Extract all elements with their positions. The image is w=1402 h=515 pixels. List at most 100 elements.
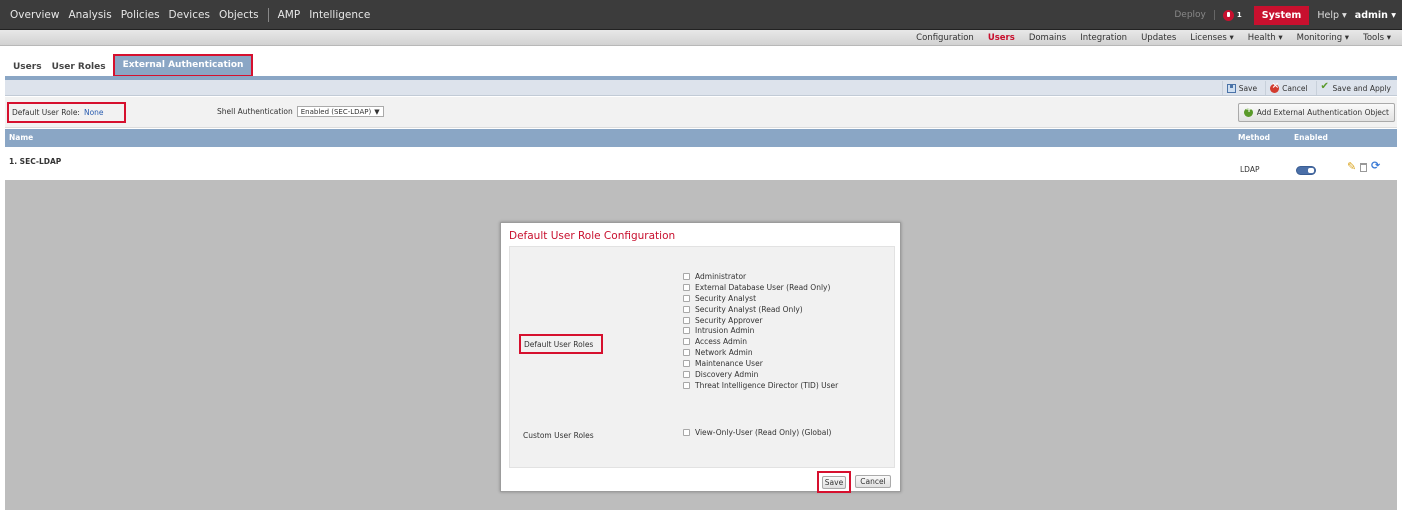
subnav-tools[interactable]: Tools ▾ (1356, 33, 1398, 43)
checkbox[interactable] (683, 381, 690, 389)
save-icon (1226, 83, 1236, 93)
role-label: Security Approver (695, 315, 763, 325)
tab-user-roles[interactable]: User Roles (47, 62, 111, 77)
copy-icon[interactable] (1371, 159, 1381, 172)
auth-object-method: LDAP (1240, 165, 1260, 174)
role-label: Access Admin (695, 337, 747, 347)
nav-overview[interactable]: Overview (10, 9, 59, 21)
checkbox[interactable] (683, 338, 690, 346)
nav-intelligence[interactable]: Intelligence (309, 9, 370, 21)
checkbox[interactable] (683, 360, 690, 368)
checkbox[interactable] (683, 272, 690, 280)
delete-icon[interactable] (1360, 163, 1367, 172)
dialog-cancel-button[interactable]: Cancel (855, 475, 891, 488)
role-administrator[interactable]: Administrator (683, 271, 838, 282)
column-name-header: Name (9, 133, 34, 142)
alert-icon (1222, 9, 1234, 21)
alerts-button[interactable]: 1 (1222, 9, 1242, 21)
role-network-admin[interactable]: Network Admin (683, 347, 838, 358)
role-threat-intelligence-director-user[interactable]: Threat Intelligence Director (TID) User (683, 380, 838, 391)
cancel-icon (1270, 81, 1279, 93)
table-header: Name Method Enabled (5, 129, 1397, 147)
checkbox[interactable] (683, 283, 690, 291)
shell-authentication-value: Enabled (SEC-LDAP) (300, 107, 372, 116)
role-security-approver[interactable]: Security Approver (683, 315, 838, 326)
default-user-role-setting: Default User Role: None (7, 102, 126, 123)
role-discovery-admin[interactable]: Discovery Admin (683, 369, 838, 380)
tab-external-authentication[interactable]: External Authentication (112, 54, 254, 77)
role-intrusion-admin[interactable]: Intrusion Admin (683, 325, 838, 336)
subnav-monitoring[interactable]: Monitoring ▾ (1290, 33, 1356, 43)
role-label: Network Admin (695, 348, 753, 358)
nav-amp[interactable]: AMP (278, 9, 301, 21)
role-label: Security Analyst (Read Only) (695, 304, 803, 314)
enabled-toggle[interactable] (1296, 166, 1316, 175)
role-external-database-user[interactable]: External Database User (Read Only) (683, 282, 838, 293)
edit-icon[interactable] (1347, 160, 1356, 173)
role-label: Security Analyst (695, 293, 757, 303)
nav-objects[interactable]: Objects (219, 9, 259, 21)
role-security-analyst[interactable]: Security Analyst (683, 293, 838, 304)
auth-config-row: Default User Role: None Shell Authentica… (5, 97, 1397, 128)
row-actions (1347, 159, 1381, 173)
nav-policies[interactable]: Policies (121, 9, 160, 21)
check-icon (1321, 81, 1330, 93)
add-icon (1243, 105, 1253, 117)
subnav-health[interactable]: Health ▾ (1241, 33, 1290, 43)
role-label: Administrator (695, 271, 747, 281)
checkbox[interactable] (683, 370, 690, 378)
subnav-configuration[interactable]: Configuration (909, 33, 981, 43)
default-roles-list: Administrator External Database User (Re… (683, 271, 838, 391)
top-right-menu: Deploy 1 System Help ▾ admin ▾ (1174, 0, 1396, 30)
role-label: Discovery Admin (695, 369, 759, 379)
role-label: Threat Intelligence Director (TID) User (695, 380, 839, 390)
role-access-admin[interactable]: Access Admin (683, 336, 838, 347)
save-and-apply-button[interactable]: Save and Apply (1315, 81, 1395, 95)
role-security-analyst-read-only[interactable]: Security Analyst (Read Only) (683, 304, 838, 315)
dialog-body: Default User Roles Administrator Externa… (509, 246, 895, 468)
dialog-save-highlight: Save (817, 471, 851, 493)
auth-object-name: 1. SEC-LDAP (9, 157, 62, 166)
subnav-licenses[interactable]: Licenses ▾ (1183, 33, 1240, 43)
role-label: External Database User (Read Only) (695, 282, 831, 292)
subnav-users[interactable]: Users (981, 33, 1022, 43)
cancel-button[interactable]: Cancel (1265, 81, 1311, 95)
save-button[interactable]: Save (1221, 81, 1261, 95)
deploy-button[interactable]: Deploy (1174, 10, 1215, 20)
column-method-header: Method (1238, 133, 1270, 142)
save-and-apply-label: Save and Apply (1332, 83, 1391, 93)
dropdown-arrow-icon: ▼ (374, 107, 380, 116)
save-label: Save (1238, 83, 1258, 93)
checkbox[interactable] (683, 305, 690, 313)
default-user-role-label: Default User Role: (12, 108, 80, 117)
checkbox[interactable] (683, 327, 690, 335)
checkbox[interactable] (683, 316, 690, 324)
shell-authentication-select[interactable]: Enabled (SEC-LDAP) ▼ (296, 106, 384, 117)
admin-menu[interactable]: admin ▾ (1355, 10, 1396, 21)
action-toolbar: Save Cancel Save and Apply (5, 80, 1397, 96)
checkbox[interactable] (683, 429, 690, 436)
tab-users[interactable]: Users (8, 62, 47, 77)
system-menu[interactable]: System (1253, 5, 1310, 25)
main-menu: Overview Analysis Policies Devices Objec… (10, 0, 370, 30)
role-view-only-user[interactable]: View-Only-User (Read Only) (Global) (683, 428, 831, 437)
default-user-role-link[interactable]: None (84, 108, 104, 117)
checkbox[interactable] (683, 349, 690, 357)
role-maintenance-user[interactable]: Maintenance User (683, 358, 838, 369)
role-label: Intrusion Admin (695, 326, 755, 336)
nav-analysis[interactable]: Analysis (68, 9, 111, 21)
default-user-roles-label: Default User Roles (519, 334, 603, 354)
add-external-auth-object-button[interactable]: Add External Authentication Object (1237, 103, 1395, 122)
dialog-save-button[interactable]: Save (822, 475, 846, 489)
subnav-domains[interactable]: Domains (1022, 33, 1073, 43)
role-label: Maintenance User (695, 359, 763, 369)
top-nav-bar: Overview Analysis Policies Devices Objec… (0, 0, 1402, 30)
subnav-integration[interactable]: Integration (1073, 33, 1134, 43)
help-menu[interactable]: Help ▾ (1317, 10, 1346, 21)
nav-divider (267, 8, 269, 22)
nav-devices[interactable]: Devices (169, 9, 210, 21)
shell-authentication-label: Shell Authentication (217, 107, 293, 116)
subnav-updates[interactable]: Updates (1134, 33, 1183, 43)
page-tabs: Users User Roles External Authentication (0, 54, 254, 77)
checkbox[interactable] (683, 294, 690, 302)
